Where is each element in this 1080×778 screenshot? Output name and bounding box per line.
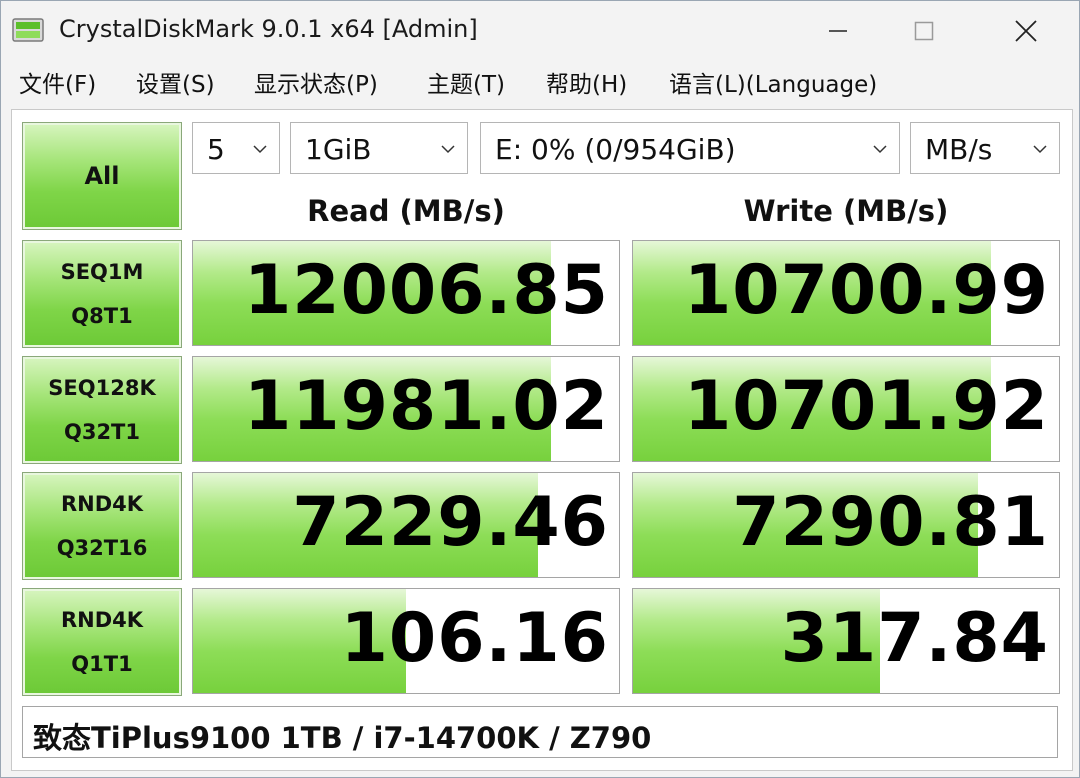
main-panel: All 5 1GiB E: 0% (0/954GiB) MB/s Read (M…	[11, 109, 1073, 771]
minimize-icon	[829, 30, 847, 32]
menu-file[interactable]: 文件(F)	[19, 65, 96, 99]
crystaldiskmark-icon	[12, 18, 44, 42]
test-label-line1: RND4K	[60, 492, 144, 516]
chevron-down-icon	[441, 145, 455, 154]
chevron-down-icon	[1033, 145, 1047, 154]
size-select[interactable]: 1GiB	[290, 122, 468, 174]
app-window: CrystalDiskMark 9.0.1 x64 [Admin] 文件(F) …	[0, 0, 1080, 778]
write-result-seq128k: 10701.92	[632, 356, 1060, 462]
all-button[interactable]: All	[22, 122, 182, 230]
count-value: 5	[207, 133, 225, 166]
comment-text: 致态TiPlus9100 1TB / i7-14700K / Z790	[33, 721, 652, 755]
write-value: 10700.99	[683, 251, 1049, 330]
drive-value: E: 0% (0/954GiB)	[495, 133, 736, 166]
chevron-down-icon	[873, 145, 887, 154]
menu-language[interactable]: 语言(L)(Language)	[669, 65, 877, 99]
maximize-button[interactable]	[879, 1, 969, 61]
title-bar[interactable]: CrystalDiskMark 9.0.1 x64 [Admin]	[1, 1, 1079, 61]
unit-value: MB/s	[925, 133, 993, 166]
menu-help[interactable]: 帮助(H)	[546, 65, 627, 99]
minimize-button[interactable]	[793, 1, 883, 61]
test-button-rnd4k-q1t1[interactable]: RND4K Q1T1	[22, 588, 182, 696]
write-result-seq1m: 10700.99	[632, 240, 1060, 346]
test-label-line2: Q32T16	[56, 536, 148, 560]
read-value: 7229.46	[292, 483, 609, 562]
menu-bar: 文件(F) 设置(S) 显示状态(P) 主题(T) 帮助(H) 语言(L)(La…	[1, 61, 1079, 103]
menu-view[interactable]: 显示状态(P)	[254, 65, 378, 99]
chevron-down-icon	[253, 145, 267, 154]
write-value: 7290.81	[732, 483, 1049, 562]
read-value: 12006.85	[243, 251, 609, 330]
close-icon	[1015, 20, 1037, 42]
write-value: 317.84	[780, 599, 1049, 678]
read-result-rnd4k-q1t1: 106.16	[192, 588, 620, 694]
test-button-rnd4k-q32t16[interactable]: RND4K Q32T16	[22, 472, 182, 580]
read-column-header: Read (MB/s)	[307, 194, 505, 228]
read-result-seq1m: 12006.85	[192, 240, 620, 346]
test-label-line1: SEQ128K	[48, 376, 156, 400]
write-result-rnd4k-q32t16: 7290.81	[632, 472, 1060, 578]
write-result-rnd4k-q1t1: 317.84	[632, 588, 1060, 694]
size-value: 1GiB	[305, 133, 372, 166]
read-result-rnd4k-q32t16: 7229.46	[192, 472, 620, 578]
count-select[interactable]: 5	[192, 122, 280, 174]
comment-field[interactable]: 致态TiPlus9100 1TB / i7-14700K / Z790	[22, 706, 1058, 758]
test-label-line2: Q1T1	[71, 652, 133, 676]
test-button-seq1m-q8t1[interactable]: SEQ1M Q8T1	[22, 240, 182, 348]
test-button-seq128k-q32t1[interactable]: SEQ128K Q32T1	[22, 356, 182, 464]
write-value: 10701.92	[683, 367, 1049, 446]
test-label-line2: Q32T1	[63, 420, 140, 444]
write-column-header: Write (MB/s)	[743, 194, 949, 228]
all-button-label: All	[84, 162, 120, 190]
test-label-line1: RND4K	[60, 608, 144, 632]
drive-select[interactable]: E: 0% (0/954GiB)	[480, 122, 900, 174]
window-title: CrystalDiskMark 9.0.1 x64 [Admin]	[59, 15, 478, 43]
test-label-line1: SEQ1M	[60, 260, 144, 284]
menu-settings[interactable]: 设置(S)	[136, 65, 215, 99]
close-button[interactable]	[981, 1, 1071, 61]
read-value: 106.16	[340, 599, 609, 678]
menu-theme[interactable]: 主题(T)	[427, 65, 505, 99]
unit-select[interactable]: MB/s	[910, 122, 1060, 174]
read-value: 11981.02	[243, 367, 609, 446]
maximize-icon	[914, 21, 934, 41]
read-result-seq128k: 11981.02	[192, 356, 620, 462]
test-label-line2: Q8T1	[71, 304, 133, 328]
